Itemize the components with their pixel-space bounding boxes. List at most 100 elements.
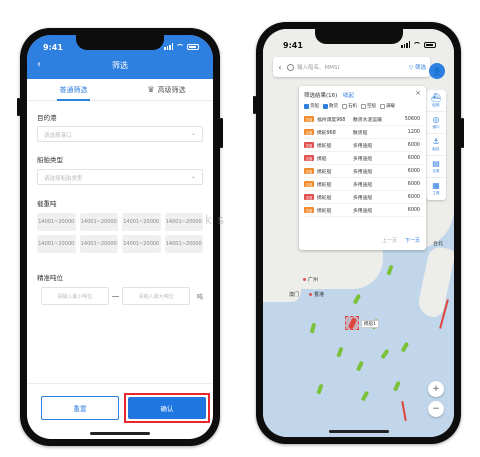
check-bulk[interactable]: 散货 [323,103,338,109]
zoom-out-button[interactable]: − [428,401,444,417]
chevron-down-icon: ⌄ [190,130,196,137]
ship-marker[interactable] [316,383,324,395]
back-icon[interactable]: ‹ [273,63,287,72]
dwt-chip[interactable]: 14001~20000 [37,213,76,231]
destination-label: 目的港 [37,114,57,122]
destination-select[interactable]: 请选择港口 ⌄ [37,126,203,142]
tab-advanced-filter-label: 高级筛选 [157,85,186,94]
dwt-chip[interactable]: 14001~20000 [164,213,203,231]
tool-ship[interactable]: ⛴ 船舶 [426,90,446,112]
battery-icon [424,41,436,48]
dwt-chip[interactable]: 14001~20000 [79,213,118,231]
check-full[interactable]: 满载 [380,103,395,109]
status-time: 9:41 [283,41,303,50]
dwt-chip[interactable]: 14001~20000 [122,235,161,253]
tool-fleet[interactable]: ⚓ 船队 [426,134,446,156]
dwt-chip[interactable]: 14001~20000 [79,235,118,253]
left-screen: 9:41 ‹ 筛选 普通筛选 ♛ 高级筛选 目的港 请选择港口 ⌄ 船舶类型 请… [27,35,213,439]
result-row[interactable]: 空载 携蛇船 多用途船 6000 [304,191,423,204]
ship-marker[interactable] [356,360,364,372]
power-button [461,118,464,148]
volume-button [253,96,256,114]
checkbox-icon [342,103,347,109]
home-indicator [328,430,389,433]
wifi-icon [176,43,184,50]
result-row[interactable]: 空载 携船 多用途船 6000 [304,152,423,165]
ship-type-select[interactable]: 请选择船舶类型 ⌄ [37,169,203,185]
filter-tabs: 普通筛选 ♛ 高级筛选 [27,79,213,101]
ship-marker[interactable] [352,293,362,305]
confirm-button[interactable]: 确认 [128,397,206,419]
min-tonnage-input[interactable]: 请输入最小吨位 [41,287,109,305]
search-icon [287,63,294,71]
tool-record[interactable]: ▤ 记录 [426,156,446,178]
destination-placeholder: 请选择港口 [44,133,72,139]
search-bar: ‹ 输入船名、MMSI ▽ 筛选 [273,57,430,77]
prev-page-button[interactable]: 上一页 [382,237,397,244]
check-stone[interactable]: 石机 [342,103,357,109]
dwt-chip[interactable]: 14001~20000 [164,235,203,253]
selected-ship-marker[interactable] [345,316,359,330]
tab-normal-filter[interactable]: 普通筛选 [27,79,120,101]
results-pager: 上一页 下一页 [382,237,420,244]
ship-marker[interactable] [336,346,344,358]
taiwan-island [416,245,454,319]
chevron-down-icon: ⌄ [190,173,196,180]
place-guangzhou: 广州 [303,276,318,283]
user-avatar[interactable]: 👤 [429,63,445,79]
tools-icon: ▦ [432,181,440,190]
route-line [401,400,407,422]
ship-marker[interactable] [400,341,410,353]
tab-advanced-filter[interactable]: ♛ 高级筛选 [120,79,213,100]
check-empty[interactable]: 空船 [361,103,376,109]
ship-icon: ⛴ [430,92,442,102]
checkbox-icon [323,103,328,109]
home-indicator [90,432,150,435]
ship-marker[interactable] [360,390,370,402]
signal-icon [164,43,173,50]
check-cargo[interactable]: 货船 [304,103,319,109]
battery-icon [187,43,199,50]
wifi-icon [413,41,421,48]
results-title: 筛选结果(16) [304,93,338,99]
results-list: 空载 福州调度968 散货水泥运输 50600 空载 携蛇968 散货船 1200 空载 携蛇… [304,113,423,217]
ship-marker[interactable] [309,322,317,334]
filter-actions: 重置 确认 [27,383,213,439]
close-icon[interactable]: × [415,89,421,97]
ship-marker[interactable] [386,264,394,276]
result-row[interactable]: 空载 携蛇船 多用途船 6000 [304,178,423,191]
next-page-button[interactable]: 下一页 [405,237,420,244]
result-row[interactable]: 空载 携蛇船 多用途船 6000 [304,204,423,217]
ship-marker[interactable] [393,380,401,392]
dwt-chip[interactable]: 14001~20000 [122,213,161,231]
filter-results-panel: 筛选结果(16) 收起 × 货船 散货 石机 空船 满载 空载 福州调度968 散货… [299,86,426,250]
tool-port[interactable]: ◎ 港口 [426,112,446,134]
tool-tools[interactable]: ▦ 工具 [426,178,446,200]
result-row[interactable]: 空载 携蛇船 多用途船 6000 [304,139,423,152]
checkbox-icon [304,103,309,109]
filter-button[interactable]: ▽ 筛选 [396,63,430,71]
tab-normal-filter-label: 普通筛选 [59,85,88,94]
map-toolbar: ⛴ 船舶 ◎ 港口 ⚓ 船队 ▤ 记录 ▦ 工具 [426,90,446,200]
result-row[interactable]: 空载 携蛇968 散货船 1200 [304,126,423,139]
volume-button [17,98,20,116]
result-type-checks: 货船 散货 石机 空船 满载 [304,103,423,109]
reset-button[interactable]: 重置 [41,396,119,420]
zoom-in-button[interactable]: + [428,381,444,397]
ship-type-label: 船舶类型 [37,156,63,164]
place-hongkong: 香港 [309,291,324,298]
collapse-button[interactable]: 收起 [343,93,354,99]
coast [263,244,383,289]
status-time: 9:41 [43,43,63,52]
result-row[interactable]: 空载 福州调度968 散货水泥运输 50600 [304,113,423,126]
dwt-chip[interactable]: 14001~20000 [37,235,76,253]
position-range: 请输入最小吨位 请输入最大吨位 吨 [41,287,203,305]
max-tonnage-input[interactable]: 请输入最大吨位 [122,287,190,305]
status-icons [401,41,436,48]
search-input[interactable]: 输入船名、MMSI [297,63,396,71]
result-row[interactable]: 空载 携蛇船 多用途船 6000 [304,165,423,178]
ship-marker[interactable] [380,348,390,360]
place-macau: 澳门 [289,292,300,298]
notch [76,35,164,50]
dwt-chips: 14001~20000 14001~20000 14001~20000 1400… [37,213,203,253]
